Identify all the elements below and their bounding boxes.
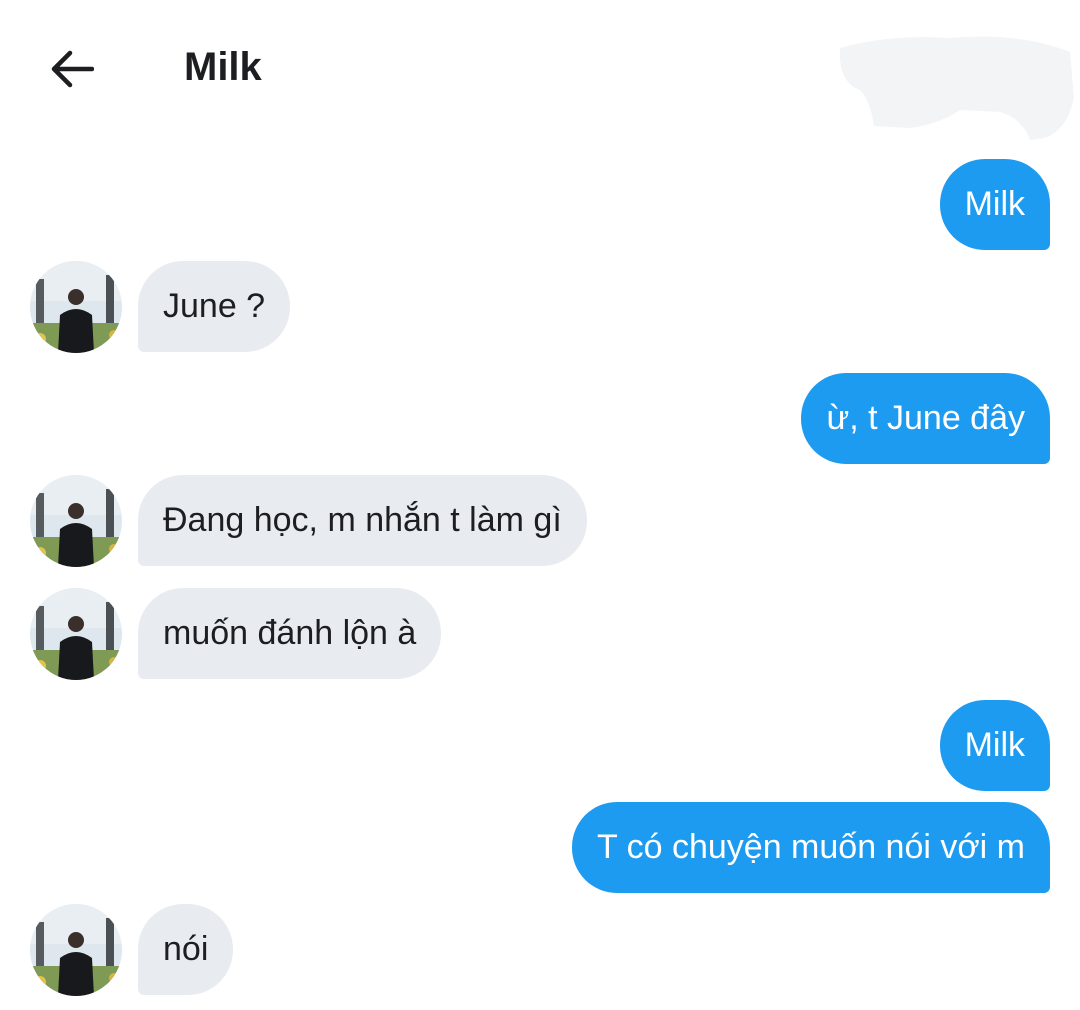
message-text: ừ, t June đây [826, 399, 1025, 437]
incoming-message[interactable]: muốn đánh lộn à [138, 588, 442, 679]
contact-avatar[interactable] [30, 475, 122, 567]
contact-avatar[interactable] [30, 588, 122, 680]
incoming-message[interactable]: June ? [138, 261, 291, 352]
contact-avatar[interactable] [30, 261, 122, 353]
outgoing-message[interactable]: Milk [939, 159, 1050, 250]
message-text: T có chuyện muốn nói với m [597, 828, 1025, 866]
message-text: Đang học, m nhắn t làm gì [163, 501, 562, 539]
redaction-smudge [839, 36, 1074, 140]
contact-avatar[interactable] [30, 904, 122, 996]
incoming-message[interactable]: nói [138, 904, 234, 995]
back-button[interactable] [40, 38, 102, 100]
message-text: nói [163, 930, 209, 968]
conversation-header: Milk [0, 0, 1080, 140]
message-text: June ? [163, 287, 266, 325]
outgoing-message[interactable]: ừ, t June đây [801, 373, 1050, 464]
incoming-message[interactable]: Đang học, m nhắn t làm gì [138, 475, 587, 566]
conversation-title: Milk [184, 45, 262, 89]
message-text: muốn đánh lộn à [163, 614, 417, 652]
message-text: Milk [964, 185, 1025, 223]
outgoing-message[interactable]: Milk [939, 700, 1050, 791]
outgoing-message[interactable]: T có chuyện muốn nói với m [572, 802, 1050, 893]
message-text: Milk [964, 726, 1025, 764]
arrow-left-icon [51, 50, 94, 88]
